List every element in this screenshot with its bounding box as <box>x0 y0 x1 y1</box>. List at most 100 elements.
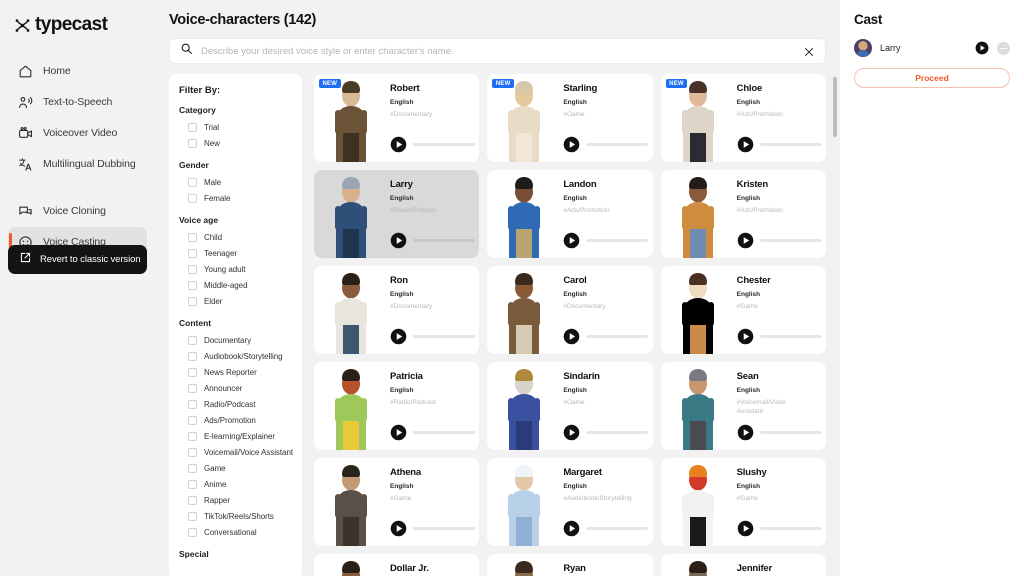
sidebar-item-text-to-speech[interactable]: Text-to-Speech <box>8 87 147 117</box>
filter-option[interactable]: Voicemail/Voice Assistant <box>179 444 292 460</box>
character-audio-player[interactable] <box>563 520 648 537</box>
character-card[interactable]: Dollar Jr.English <box>314 554 479 576</box>
play-icon[interactable] <box>737 424 754 441</box>
character-audio-player[interactable] <box>737 328 822 345</box>
filter-option[interactable]: Radio/Podcast <box>179 396 292 412</box>
character-card[interactable]: AthenaEnglish#Game <box>314 458 479 546</box>
play-icon[interactable] <box>737 328 754 345</box>
audio-progress-track[interactable] <box>413 431 475 434</box>
play-icon[interactable] <box>563 136 580 153</box>
minus-circle-icon[interactable] <box>997 42 1010 55</box>
character-audio-player[interactable] <box>737 520 822 537</box>
character-audio-player[interactable] <box>390 232 475 249</box>
search-bar[interactable] <box>169 38 826 64</box>
character-card[interactable]: NEWStarlingEnglish#Game <box>487 74 652 162</box>
play-icon[interactable] <box>737 520 754 537</box>
play-icon[interactable] <box>563 328 580 345</box>
checkbox-icon[interactable] <box>188 464 197 473</box>
play-icon[interactable] <box>975 41 989 55</box>
character-card[interactable]: LandonEnglish#Ads/Promotion <box>487 170 652 258</box>
checkbox-icon[interactable] <box>188 123 197 132</box>
audio-progress-track[interactable] <box>760 527 822 530</box>
filter-option[interactable]: Conversational <box>179 524 292 540</box>
play-icon[interactable] <box>737 136 754 153</box>
filter-option[interactable]: Teenager <box>179 245 292 261</box>
play-icon[interactable] <box>390 232 407 249</box>
checkbox-icon[interactable] <box>188 528 197 537</box>
checkbox-icon[interactable] <box>188 416 197 425</box>
filter-option[interactable]: Audiobook/Storytelling <box>179 348 292 364</box>
filter-option[interactable]: Ads/Promotion <box>179 412 292 428</box>
audio-progress-track[interactable] <box>586 431 648 434</box>
filter-option[interactable]: Announcer <box>179 380 292 396</box>
play-icon[interactable] <box>737 232 754 249</box>
filter-option[interactable]: Female <box>179 190 292 206</box>
play-icon[interactable] <box>563 232 580 249</box>
checkbox-icon[interactable] <box>188 352 197 361</box>
checkbox-icon[interactable] <box>188 512 197 521</box>
filter-option[interactable]: Documentary <box>179 332 292 348</box>
audio-progress-track[interactable] <box>413 143 475 146</box>
filter-option[interactable]: TikTok/Reels/Shorts <box>179 508 292 524</box>
checkbox-icon[interactable] <box>188 496 197 505</box>
play-icon[interactable] <box>390 328 407 345</box>
character-audio-player[interactable] <box>390 136 475 153</box>
audio-progress-track[interactable] <box>413 239 475 242</box>
character-audio-player[interactable] <box>390 520 475 537</box>
character-card[interactable]: SeanEnglish#Voicemail/Voice Assistant <box>661 362 826 450</box>
audio-progress-track[interactable] <box>586 335 648 338</box>
play-icon[interactable] <box>563 424 580 441</box>
filter-option[interactable]: E-learning/Explainer <box>179 428 292 444</box>
filter-option[interactable]: New <box>179 135 292 151</box>
filter-option[interactable]: Game <box>179 460 292 476</box>
audio-progress-track[interactable] <box>413 527 475 530</box>
play-icon[interactable] <box>390 520 407 537</box>
character-audio-player[interactable] <box>737 232 822 249</box>
audio-progress-track[interactable] <box>760 431 822 434</box>
audio-progress-track[interactable] <box>760 335 822 338</box>
sidebar-item-home[interactable]: Home <box>8 56 147 86</box>
checkbox-icon[interactable] <box>188 432 197 441</box>
character-card[interactable]: NEWRobertEnglish#Documentary <box>314 74 479 162</box>
character-audio-player[interactable] <box>737 136 822 153</box>
play-icon[interactable] <box>390 424 407 441</box>
checkbox-icon[interactable] <box>188 139 197 148</box>
sidebar-item-multilingual-dubbing[interactable]: Multilingual Dubbing <box>8 149 147 179</box>
character-audio-player[interactable] <box>563 424 648 441</box>
checkbox-icon[interactable] <box>188 480 197 489</box>
sidebar-item-voice-cloning[interactable]: Voice Cloning <box>8 196 147 226</box>
character-card[interactable]: RyanEnglish <box>487 554 652 576</box>
filter-option[interactable]: Child <box>179 229 292 245</box>
checkbox-icon[interactable] <box>188 297 197 306</box>
character-card[interactable]: SlushyEnglish#Game <box>661 458 826 546</box>
filter-option[interactable]: Rapper <box>179 492 292 508</box>
checkbox-icon[interactable] <box>188 265 197 274</box>
character-audio-player[interactable] <box>563 136 648 153</box>
filter-option[interactable]: Anime <box>179 476 292 492</box>
revert-to-classic-button[interactable]: Revert to classic version <box>8 245 147 274</box>
checkbox-icon[interactable] <box>188 368 197 377</box>
audio-progress-track[interactable] <box>413 335 475 338</box>
brand-logo[interactable]: typecast <box>8 0 147 56</box>
checkbox-icon[interactable] <box>188 336 197 345</box>
cast-member-row[interactable]: Larry <box>854 39 1010 57</box>
checkbox-icon[interactable] <box>188 281 197 290</box>
checkbox-icon[interactable] <box>188 194 197 203</box>
search-input[interactable] <box>201 46 795 57</box>
checkbox-icon[interactable] <box>188 448 197 457</box>
filter-option[interactable]: Middle-aged <box>179 277 292 293</box>
character-audio-player[interactable] <box>563 328 648 345</box>
character-card[interactable]: JenniferEnglish <box>661 554 826 576</box>
checkbox-icon[interactable] <box>188 178 197 187</box>
filter-option[interactable]: Young adult <box>179 261 292 277</box>
character-card[interactable]: NEWChloeEnglish#Ads/Promotion <box>661 74 826 162</box>
play-icon[interactable] <box>390 136 407 153</box>
checkbox-icon[interactable] <box>188 384 197 393</box>
character-card[interactable]: KristenEnglish#Ads/Promotion <box>661 170 826 258</box>
character-card[interactable]: SindarinEnglish#Game <box>487 362 652 450</box>
filter-option[interactable]: Elder <box>179 293 292 309</box>
character-card[interactable]: CarolEnglish#Documentary <box>487 266 652 354</box>
audio-progress-track[interactable] <box>760 239 822 242</box>
character-card[interactable]: ChesterEnglish#Game <box>661 266 826 354</box>
audio-progress-track[interactable] <box>760 143 822 146</box>
